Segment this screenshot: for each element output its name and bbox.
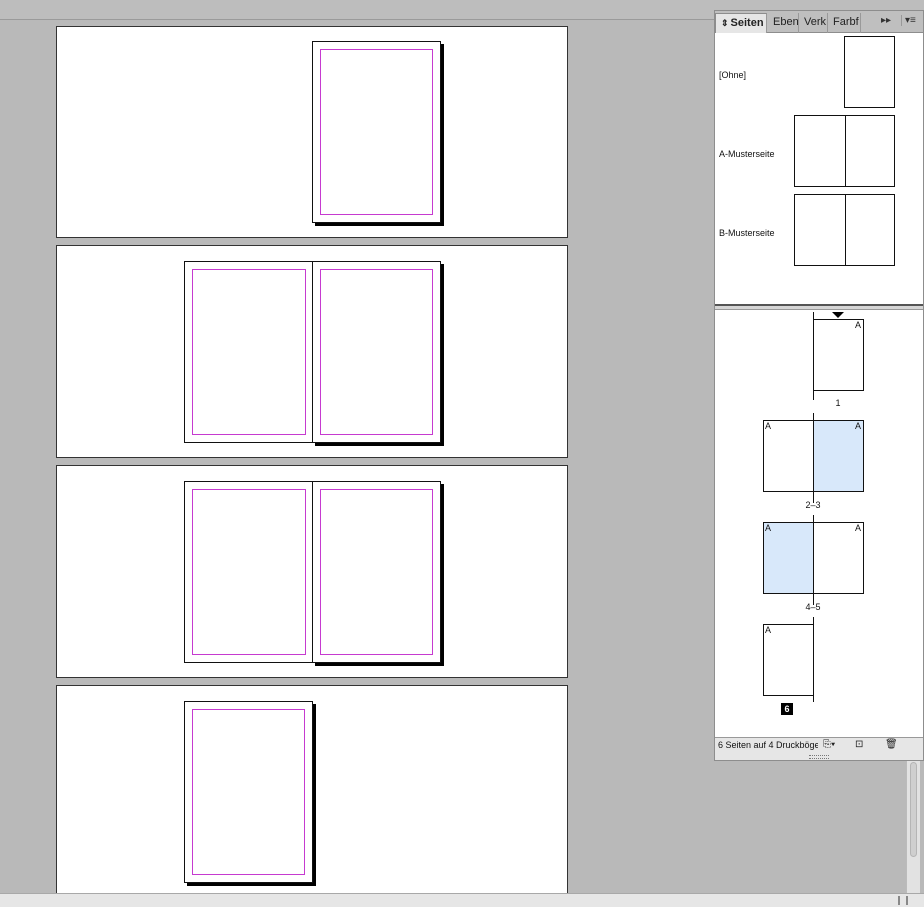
trash-icon[interactable]: 🗑 [885,739,898,750]
double-arrow-icon[interactable]: ▸▸ [881,15,891,26]
edit-page-size-icon[interactable]: ⎘▾ [823,739,835,750]
horizontal-scrollbar[interactable] [0,893,924,907]
spread-6[interactable] [56,685,568,893]
master-thumbnail-b[interactable] [794,194,895,266]
page-number-6-current: 6 [781,703,793,715]
masters-section: [Ohne] A-Musterseite B-Musterseite [715,33,923,304]
master-thumbnail-a[interactable] [794,115,895,187]
master-label-none: [Ohne] [719,70,747,80]
page-thumbnail-2[interactable]: A [763,420,814,492]
document-page-5[interactable] [312,481,441,663]
page-thumbnail-4[interactable]: A [763,522,814,594]
margin-guide [192,269,306,435]
page-number-1: 1 [835,398,841,408]
master-label-b: B-Musterseite [719,228,775,238]
scrollbar-thumb[interactable] [910,762,917,857]
tab-pages[interactable]: ⇕ Seiten [715,13,767,34]
vertical-scrollbar[interactable] [906,760,920,893]
page-number-4-5: 4–5 [805,602,821,612]
page-thumbnail-3[interactable]: A [813,420,864,492]
tab-links[interactable]: Verk [799,13,828,33]
document-page-4[interactable] [184,481,313,663]
spread-spine [844,195,846,265]
page-number-2-3: 2–3 [805,500,821,510]
panel-resize-handle[interactable] [809,755,829,759]
page-thumbnail-5[interactable]: A [813,522,864,594]
page-thumbnail-1[interactable]: A [813,319,864,391]
status-text: 6 Seiten auf 4 Druckbögen [718,740,818,750]
panel-status-bar: 6 Seiten auf 4 Druckbögen ⎘▾ ⊡ 🗑 [715,737,923,753]
margin-guide [192,709,305,875]
new-page-icon[interactable]: ⊡ [855,739,863,750]
margin-guide [192,489,306,655]
margin-guide [320,489,433,655]
document-page-6[interactable] [184,701,313,883]
spread-1[interactable] [56,26,568,238]
master-label-a: A-Musterseite [719,149,775,159]
panel-menu-icon[interactable]: ▾≡ [901,15,916,26]
pause-icon [898,896,908,905]
updown-chevron-icon: ⇕ [721,18,729,28]
margin-guide [320,269,433,435]
spread-2-3[interactable] [56,245,568,458]
page-thumbnail-6[interactable]: A [763,624,814,696]
tab-swatches[interactable]: Farbf [828,13,861,33]
spread-spine [844,116,846,186]
document-page-1[interactable] [312,41,441,223]
master-thumbnail-none[interactable] [844,36,895,108]
spread-4-5[interactable] [56,465,568,678]
start-page-marker-icon [832,312,844,318]
margin-guide [320,49,433,215]
tab-layers[interactable]: Eben [768,13,799,33]
document-page-3[interactable] [312,261,441,443]
pages-panel: ⇕ Seiten Eben Verk Farbf ▸▸ ▾≡ [Ohne] A-M… [714,10,924,761]
pages-section: A 1 A A 2–3 A A 4–5 A 6 [715,310,923,737]
document-page-2[interactable] [184,261,313,443]
panel-tab-bar: ⇕ Seiten Eben Verk Farbf ▸▸ ▾≡ [715,11,923,34]
